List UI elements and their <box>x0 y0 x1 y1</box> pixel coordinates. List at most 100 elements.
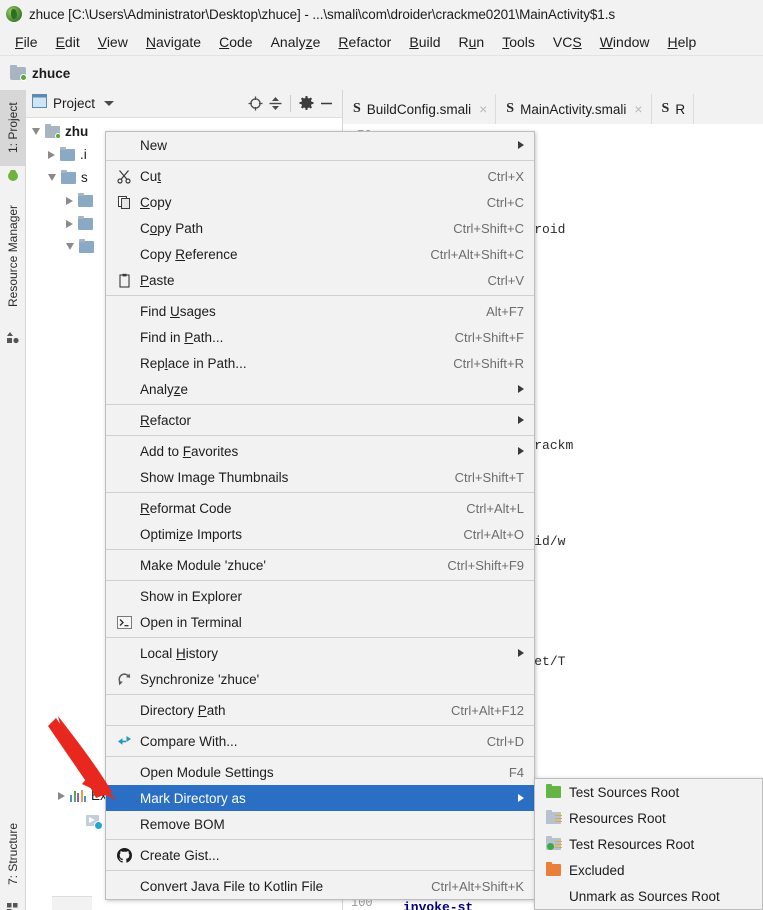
menu-item-open-module-settings[interactable]: Open Module Settings F4 <box>106 759 534 785</box>
menu-separator <box>106 295 534 296</box>
menu-item-remove-bom[interactable]: Remove BOM <box>106 811 534 837</box>
menu-item-show-image-thumbnails[interactable]: Show Image Thumbnails Ctrl+Shift+T <box>106 464 534 490</box>
expander-right-icon[interactable] <box>66 196 73 205</box>
clipboard-icon <box>114 271 134 289</box>
menu-item-make-module[interactable]: Make Module 'zhuce' Ctrl+Shift+F9 <box>106 552 534 578</box>
menu-view[interactable]: View <box>89 32 137 52</box>
structure-tab-label: 7: Structure <box>6 822 20 886</box>
tool-window-scrollbar[interactable] <box>52 896 92 910</box>
expander-right-icon[interactable] <box>48 150 55 159</box>
expander-down-icon[interactable] <box>32 128 40 135</box>
menu-item-copy-reference[interactable]: Copy Reference Ctrl+Alt+Shift+C <box>106 241 534 267</box>
menu-vcs[interactable]: VCS <box>544 32 591 52</box>
menu-navigate[interactable]: Navigate <box>137 32 210 52</box>
menu-item-directory-path[interactable]: Directory Path Ctrl+Alt+F12 <box>106 697 534 723</box>
menu-file[interactable]: File <box>6 32 47 52</box>
expander-right-icon[interactable] <box>58 791 65 800</box>
menu-item-synchronize[interactable]: Synchronize 'zhuce' <box>106 666 534 692</box>
menu-separator <box>106 870 534 871</box>
menu-refactor[interactable]: Refactor <box>329 32 400 52</box>
menu-item-find-usages[interactable]: Find Usages Alt+F7 <box>106 298 534 324</box>
menu-help[interactable]: Help <box>659 32 706 52</box>
menu-separator <box>106 492 534 493</box>
menu-item-cut[interactable]: Cut Ctrl+X <box>106 163 534 189</box>
submenu-item-label: Test Sources Root <box>569 784 680 800</box>
menu-item-new[interactable]: New <box>106 132 534 158</box>
expander-down-icon[interactable] <box>66 243 74 250</box>
menu-item-add-to-favorites[interactable]: Add to Favorites <box>106 438 534 464</box>
menu-item-compare-with[interactable]: Compare With... Ctrl+D <box>106 728 534 754</box>
menu-item-label: Directory Path <box>140 702 226 718</box>
scratches-icon <box>86 815 103 830</box>
menu-analyze[interactable]: Analyze <box>262 32 330 52</box>
menu-item-mark-directory-as[interactable]: Mark Directory as <box>106 785 534 811</box>
menu-item-accelerator: Ctrl+C <box>486 194 524 210</box>
collapse-all-icon[interactable] <box>265 94 285 114</box>
menu-item-label: Cut <box>140 168 162 184</box>
minimize-icon[interactable] <box>316 94 336 114</box>
blank-icon <box>114 556 134 574</box>
locate-icon[interactable] <box>245 94 265 114</box>
sidebar-item-structure[interactable]: 7: Structure <box>0 808 26 900</box>
menu-separator <box>106 549 534 550</box>
expander-right-icon[interactable] <box>66 219 73 228</box>
menu-item-copy[interactable]: Copy Ctrl+C <box>106 189 534 215</box>
tab-mainactivity-smali[interactable]: S MainActivity.smali × <box>496 94 652 124</box>
source-folder-icon <box>61 169 76 184</box>
sidebar-item-resource-manager[interactable]: Resource Manager <box>0 186 26 326</box>
submenu-item-test-resources-root[interactable]: Test Resources Root <box>535 831 762 857</box>
menu-item-reformat-code[interactable]: Reformat Code Ctrl+Alt+L <box>106 495 534 521</box>
tab-label: BuildConfig.smali <box>366 101 472 117</box>
menu-item-convert-java-to-kotlin[interactable]: Convert Java File to Kotlin File Ctrl+Al… <box>106 873 534 899</box>
submenu-item-test-sources-root[interactable]: Test Sources Root <box>535 779 762 805</box>
android-studio-logo-icon <box>6 6 22 22</box>
blank-icon <box>114 763 134 781</box>
menu-window[interactable]: Window <box>591 32 659 52</box>
menu-separator <box>106 839 534 840</box>
menu-item-label: Replace in Path... <box>140 355 247 371</box>
menu-run[interactable]: Run <box>450 32 494 52</box>
menu-item-optimize-imports[interactable]: Optimize Imports Ctrl+Alt+O <box>106 521 534 547</box>
orange-folder-icon <box>543 861 563 879</box>
menu-item-show-in-explorer[interactable]: Show in Explorer <box>106 583 534 609</box>
menu-item-accelerator: Ctrl+Alt+L <box>466 500 524 516</box>
menu-item-create-gist[interactable]: Create Gist... <box>106 842 534 868</box>
submenu-item-excluded[interactable]: Excluded <box>535 857 762 883</box>
submenu-item-label: Excluded <box>569 862 625 878</box>
submenu-item-unmark-as-sources-root[interactable]: Unmark as Sources Root <box>535 883 762 909</box>
navigation-bar: zhuce <box>0 56 763 90</box>
blank-icon <box>114 525 134 543</box>
close-icon[interactable]: × <box>634 101 642 117</box>
menu-build[interactable]: Build <box>400 32 449 52</box>
blank-icon <box>114 877 134 895</box>
compare-icon <box>114 732 134 750</box>
menu-item-find-in-path[interactable]: Find in Path... Ctrl+Shift+F <box>106 324 534 350</box>
menu-item-label: Find Usages <box>140 303 216 319</box>
menu-item-refactor[interactable]: Refactor <box>106 407 534 433</box>
menu-item-analyze[interactable]: Analyze <box>106 376 534 402</box>
gear-icon[interactable] <box>296 94 316 114</box>
breadcrumb-label[interactable]: zhuce <box>32 66 70 81</box>
submenu-item-resources-root[interactable]: Resources Root <box>535 805 762 831</box>
expander-down-icon[interactable] <box>48 174 56 181</box>
chevron-down-icon[interactable] <box>104 101 115 106</box>
menu-item-open-in-terminal[interactable]: Open in Terminal <box>106 609 534 635</box>
editor-tab-bar: S BuildConfig.smali × S MainActivity.sma… <box>343 90 763 124</box>
menu-item-label: Show in Explorer <box>140 588 243 604</box>
menu-item-paste[interactable]: Paste Ctrl+V <box>106 267 534 293</box>
sidebar-item-project[interactable]: 1: Project <box>0 90 26 166</box>
menu-item-label: Refactor <box>140 412 192 428</box>
menu-item-copy-path[interactable]: Copy Path Ctrl+Shift+C <box>106 215 534 241</box>
menu-item-local-history[interactable]: Local History <box>106 640 534 666</box>
menu-code[interactable]: Code <box>210 32 261 52</box>
menu-edit[interactable]: Edit <box>47 32 89 52</box>
menu-item-replace-in-path[interactable]: Replace in Path... Ctrl+Shift+R <box>106 350 534 376</box>
menu-item-label: Create Gist... <box>140 847 220 863</box>
close-icon[interactable]: × <box>479 101 487 117</box>
tab-r-smali[interactable]: S R <box>651 94 695 124</box>
window-title: zhuce [C:\Users\Administrator\Desktop\zh… <box>29 6 616 22</box>
menu-tools[interactable]: Tools <box>493 32 544 52</box>
tab-buildconfig-smali[interactable]: S BuildConfig.smali × <box>343 94 497 124</box>
github-icon <box>114 846 134 864</box>
smali-file-icon: S <box>353 101 361 116</box>
